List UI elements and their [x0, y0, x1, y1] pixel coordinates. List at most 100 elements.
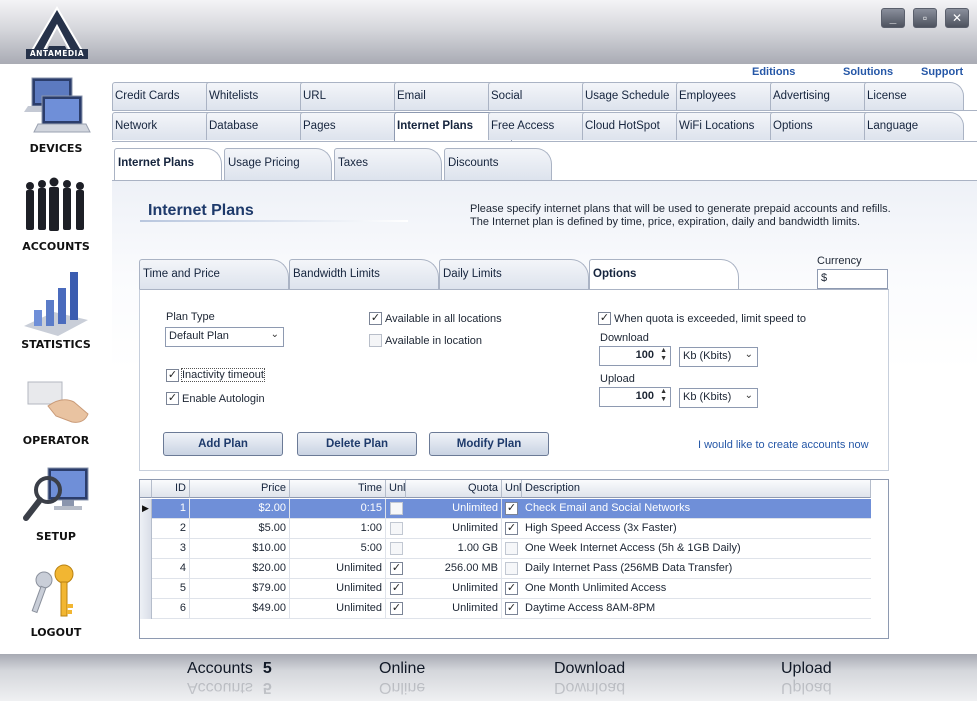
cell-id: 1	[152, 499, 190, 519]
sidebar-item-devices[interactable]: DEVICES	[0, 74, 112, 155]
quota-limit-checkbox[interactable]: ✓	[598, 312, 611, 325]
quota-limit-label: When quota is exceeded, limit speed to	[614, 313, 807, 325]
cell-unl-time-checkbox[interactable]	[390, 522, 403, 535]
plan-type-select[interactable]: Default Plan ⌄	[165, 327, 284, 347]
status-upload-reflection: Upload	[781, 679, 832, 696]
cell-unl-time-checkbox[interactable]	[390, 542, 403, 555]
download-unit-select[interactable]: Kb (Kbits) ⌄	[679, 347, 758, 367]
available-all-locations-checkbox[interactable]: ✓	[369, 312, 382, 325]
table-row[interactable]: 3 $10.00 5:00 1.00 GB One Week Internet Acce…	[140, 539, 871, 559]
sidebar-label-devices: DEVICES	[29, 142, 83, 155]
table-row[interactable]: 4 $20.00 Unlimited ✓ 256.00 MB Daily Internet…	[140, 559, 871, 579]
sidebar: DEVICES ACCOUNTS STATISTICS OPERATOR SET…	[0, 64, 112, 654]
people-icon	[26, 177, 84, 231]
cell-unl-time-checkbox[interactable]: ✓	[390, 582, 403, 595]
subtab-taxes[interactable]: Taxes	[334, 148, 442, 180]
subtab-internet-plans[interactable]: Internet Plans	[114, 148, 222, 180]
cell-time: Unlimited	[290, 579, 386, 599]
tab-language[interactable]: Language	[864, 112, 964, 140]
download-speed-stepper[interactable]: 100 ▲ ▼	[599, 346, 671, 366]
cell-unl-time-checkbox[interactable]: ✓	[390, 562, 403, 575]
create-accounts-link[interactable]: I would like to create accounts now	[698, 439, 869, 451]
column-header-unl-time[interactable]: Unl	[386, 480, 406, 498]
spinner-arrows-icon[interactable]: ▲ ▼	[660, 347, 667, 363]
maximize-button[interactable]: ▫	[913, 8, 937, 28]
cell-unl-quota-checkbox[interactable]	[505, 542, 518, 555]
sidebar-item-operator[interactable]: OPERATOR	[0, 366, 112, 447]
editions-link[interactable]: Editions	[752, 66, 795, 78]
cell-unl-quota-checkbox[interactable]: ✓	[505, 602, 518, 615]
title-bar: ANTAMEDIA _ ▫ ✕	[0, 0, 977, 64]
heading-underline	[140, 220, 408, 222]
cell-price: $49.00	[190, 599, 290, 619]
currency-label: Currency	[817, 255, 862, 267]
laptops-icon	[24, 77, 91, 133]
column-header-description[interactable]: Description	[522, 480, 871, 498]
cell-quota: 256.00 MB	[406, 559, 502, 579]
row-selector[interactable]	[140, 539, 152, 559]
row-selector[interactable]	[140, 559, 152, 579]
status-accounts-reflection-label: Accounts	[187, 679, 253, 696]
table-row[interactable]: 6 $49.00 Unlimited ✓ Unlimited ✓ Daytime Acces…	[140, 599, 871, 619]
table-row[interactable]: ▶ 1 $2.00 0:15 Unlimited ✓ Check Email and Soc…	[140, 499, 871, 519]
column-header-time[interactable]: Time	[290, 480, 386, 498]
sidebar-item-accounts[interactable]: ACCOUNTS	[0, 172, 112, 253]
cell-time: Unlimited	[290, 599, 386, 619]
add-plan-button[interactable]: Add Plan	[163, 432, 283, 456]
chevron-down-icon: ⌄	[270, 329, 279, 340]
cell-unl-time-checkbox[interactable]	[390, 502, 403, 515]
currency-input[interactable]: $	[817, 269, 888, 289]
cell-unl-quota-checkbox[interactable]	[505, 562, 518, 575]
inactivity-timeout-checkbox[interactable]: ✓	[166, 369, 179, 382]
available-in-location-checkbox[interactable]	[369, 334, 382, 347]
download-unit-value: Kb (Kbits)	[683, 350, 732, 362]
status-accounts-value: 5	[262, 660, 272, 677]
tab-license[interactable]: License	[864, 82, 964, 110]
column-header-unl-quota[interactable]: Unl	[502, 480, 522, 498]
row-selector[interactable]: ▶	[140, 499, 152, 519]
minimize-button[interactable]: _	[881, 8, 905, 28]
cell-time: 1:00	[290, 519, 386, 539]
enable-autologin-checkbox[interactable]: ✓	[166, 392, 179, 405]
column-header-price[interactable]: Price	[190, 480, 290, 498]
plan-type-value: Default Plan	[169, 330, 229, 342]
cell-price: $20.00	[190, 559, 290, 579]
sidebar-label-logout: LOGOUT	[30, 626, 82, 639]
status-online-label: Online	[379, 660, 426, 677]
inner-tab-time-and-price[interactable]: Time and Price	[139, 259, 289, 289]
close-button[interactable]: ✕	[945, 8, 969, 28]
solutions-link[interactable]: Solutions	[843, 66, 893, 78]
cell-id: 3	[152, 539, 190, 559]
cell-time: 0:15	[290, 499, 386, 519]
cell-id: 2	[152, 519, 190, 539]
cell-unl-quota-checkbox[interactable]: ✓	[505, 522, 518, 535]
cell-unl-time-checkbox[interactable]: ✓	[390, 602, 403, 615]
delete-plan-button[interactable]: Delete Plan	[297, 432, 417, 456]
inner-tab-bandwidth-limits[interactable]: Bandwidth Limits	[289, 259, 439, 289]
magnifier-monitor-icon	[23, 467, 89, 521]
support-link[interactable]: Support	[921, 66, 963, 78]
row-selector[interactable]	[140, 519, 152, 539]
upload-speed-stepper[interactable]: 100 ▲ ▼	[599, 387, 671, 407]
table-row[interactable]: 2 $5.00 1:00 Unlimited ✓ High Speed Access (3…	[140, 519, 871, 539]
upload-unit-select[interactable]: Kb (Kbits) ⌄	[679, 388, 758, 408]
row-selector[interactable]	[140, 599, 152, 619]
cell-unl-quota-checkbox[interactable]: ✓	[505, 582, 518, 595]
cell-unl-quota-checkbox[interactable]: ✓	[505, 502, 518, 515]
column-header-id[interactable]: ID	[152, 480, 190, 498]
subtab-discounts[interactable]: Discounts	[444, 148, 552, 180]
keys-icon	[31, 564, 74, 617]
row-selector[interactable]	[140, 579, 152, 599]
modify-plan-button[interactable]: Modify Plan	[429, 432, 549, 456]
subtab-usage-pricing[interactable]: Usage Pricing	[224, 148, 332, 180]
cell-description: Daytime Access 8AM-8PM	[525, 602, 656, 614]
inner-tab-options[interactable]: Options	[589, 259, 739, 289]
sidebar-item-statistics[interactable]: STATISTICS	[0, 270, 112, 351]
spinner-arrows-icon[interactable]: ▲ ▼	[660, 388, 667, 404]
inner-tab-daily-limits[interactable]: Daily Limits	[439, 259, 589, 289]
cell-description: One Week Internet Access (5h & 1GB Daily…	[525, 542, 741, 554]
column-header-quota[interactable]: Quota	[406, 480, 502, 498]
sidebar-item-setup[interactable]: SETUP	[0, 462, 112, 543]
table-row[interactable]: 5 $79.00 Unlimited ✓ Unlimited ✓ One Month Unl…	[140, 579, 871, 599]
sidebar-item-logout[interactable]: LOGOUT	[0, 558, 112, 639]
